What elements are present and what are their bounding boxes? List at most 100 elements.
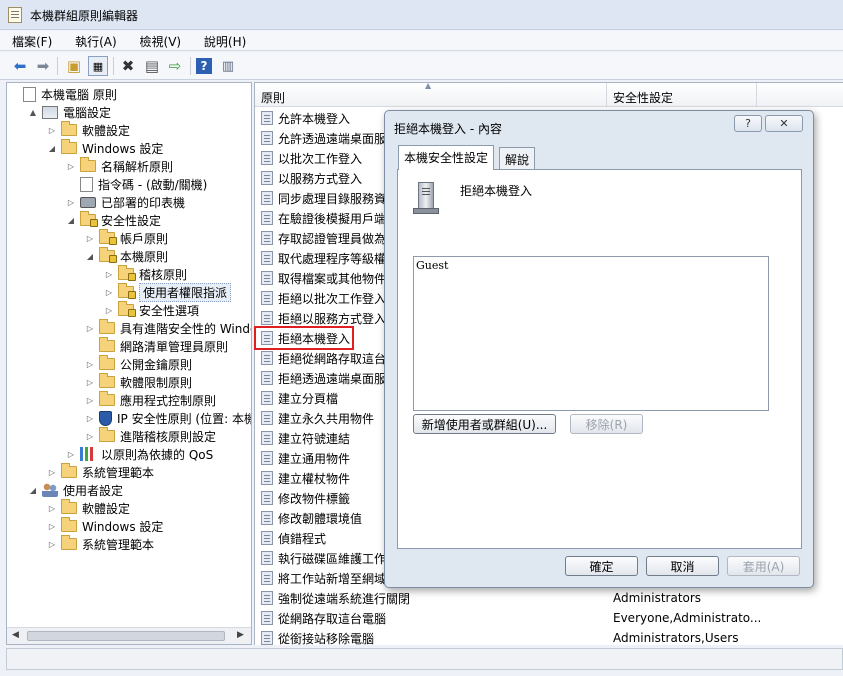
table-row[interactable]: 拒絕透過遠端桌面服	[261, 369, 386, 387]
tree-item[interactable]: ◢ 本機原則	[85, 247, 168, 265]
properties-icon[interactable]: ▤	[142, 56, 162, 76]
tree-horizontal-scrollbar[interactable]: ◀ ▶	[7, 627, 251, 644]
tree-item[interactable]: ◢ 使用者設定	[28, 481, 123, 499]
table-row[interactable]: 拒絕從網路存取這台	[261, 349, 386, 367]
expand-arrow-icon[interactable]: ▷	[85, 432, 95, 441]
table-row[interactable]: 允許透過遠端桌面服	[261, 129, 386, 147]
expand-arrow-icon[interactable]: ▷	[47, 540, 57, 549]
expand-arrow-icon[interactable]: ▷	[66, 198, 76, 207]
add-user-or-group-button[interactable]: 新增使用者或群組(U)...	[413, 414, 556, 434]
tab-local-security-setting[interactable]: 本機安全性設定	[398, 145, 495, 170]
table-row[interactable]: 取代處理程序等級權	[261, 249, 386, 267]
expand-arrow-icon[interactable]: ◢	[28, 486, 38, 495]
table-row[interactable]: 修改物件標籤	[261, 489, 350, 507]
back-arrow-icon[interactable]: ⬅	[10, 56, 30, 76]
table-row[interactable]: 建立通用物件	[261, 449, 350, 467]
expand-arrow-icon[interactable]: ▷	[66, 162, 76, 171]
ok-button[interactable]: 確定	[565, 556, 638, 576]
expand-arrow-icon[interactable]: ▷	[47, 468, 57, 477]
delete-icon[interactable]: ✖	[118, 56, 138, 76]
tree-item[interactable]: ▷ 公開金鑰原則	[85, 355, 192, 373]
dialog-help-button[interactable]: ?	[734, 115, 762, 132]
menu-action[interactable]: 執行(A)	[68, 31, 124, 52]
up-folder-icon[interactable]: ▣	[64, 56, 84, 76]
table-row[interactable]: 允許本機登入	[261, 109, 350, 127]
tree-item[interactable]: 指令碼 - (啟動/關機)	[66, 175, 207, 193]
tree-pane[interactable]: 本機電腦 原則 ▲ 電腦設定 ▷ 軟體設定 ◢ Windows 設定 ▷ 名稱解析原則 指令碼 -…	[6, 82, 252, 645]
expand-arrow-icon[interactable]: ▷	[66, 450, 76, 459]
tree-item[interactable]: ▷ 應用程式控制原則	[85, 391, 216, 409]
expand-arrow-icon[interactable]: ▷	[104, 288, 114, 297]
tree-item[interactable]: 網路清單管理員原則	[85, 337, 228, 355]
table-row[interactable]: 建立符號連結	[261, 429, 350, 447]
menu-view[interactable]: 檢視(V)	[133, 31, 189, 52]
expand-arrow-icon[interactable]: ▷	[85, 324, 95, 333]
expand-arrow-icon[interactable]: ▷	[104, 306, 114, 315]
expand-arrow-icon[interactable]: ▷	[85, 378, 95, 387]
table-row[interactable]: 從銜接站移除電腦	[261, 629, 374, 645]
expand-arrow-icon[interactable]: ▷	[85, 396, 95, 405]
table-row[interactable]: 取得檔案或其他物件	[261, 269, 386, 287]
tree-item[interactable]: ◢ 安全性設定	[66, 211, 161, 229]
apply-button[interactable]: 套用(A)	[727, 556, 800, 576]
scroll-thumb[interactable]	[27, 631, 225, 641]
expand-arrow-icon[interactable]: ▷	[47, 504, 57, 513]
tree-item[interactable]: ▷ 軟體限制原則	[85, 373, 192, 391]
table-row[interactable]: 拒絕以服務方式登入	[261, 309, 386, 327]
export-icon[interactable]: ⇨	[165, 56, 185, 76]
scroll-right-icon[interactable]: ▶	[237, 630, 244, 640]
tree-item[interactable]: ▷ 已部署的印表機	[66, 193, 185, 211]
tree-item[interactable]: ▲ 電腦設定	[28, 103, 111, 121]
table-row[interactable]: 在驗證後模擬用戶端	[261, 209, 386, 227]
dialog-close-button[interactable]: ✕	[765, 115, 803, 132]
table-row[interactable]: 從網路存取這台電腦	[261, 609, 386, 627]
expand-arrow-icon[interactable]: ▷	[104, 270, 114, 279]
tree-item[interactable]: ▷ 系統管理範本	[47, 463, 154, 481]
tree-item[interactable]: ◢ Windows 設定	[47, 139, 163, 157]
tree-item[interactable]: ▷ 以原則為依據的 QoS	[66, 445, 213, 463]
show-hide-tree-icon[interactable]: ▦	[88, 56, 108, 76]
menu-help[interactable]: 說明(H)	[197, 31, 253, 52]
expand-arrow-icon[interactable]: ◢	[85, 252, 95, 261]
expand-arrow-icon[interactable]: ▷	[47, 522, 57, 531]
expand-arrow-icon[interactable]: ▷	[47, 126, 57, 135]
scroll-left-icon[interactable]: ◀	[12, 630, 19, 640]
table-row[interactable]: 以服務方式登入	[261, 169, 362, 187]
tree-item[interactable]: ▷ 安全性選項	[104, 301, 199, 319]
table-row[interactable]: 建立永久共用物件	[261, 409, 374, 427]
expand-arrow-icon[interactable]: ▷	[85, 414, 95, 423]
members-list[interactable]: Guest	[413, 256, 769, 411]
expand-arrow-icon[interactable]: ▷	[85, 360, 95, 369]
tab-explain[interactable]: 解說	[499, 147, 536, 169]
table-row[interactable]: 存取認證管理員做為	[261, 229, 386, 247]
tree-item[interactable]: 本機電腦 原則	[9, 85, 117, 103]
expand-arrow-icon[interactable]: ◢	[66, 216, 76, 225]
tree-item[interactable]: ▷ IP 安全性原則 (位置: 本機電	[85, 409, 251, 427]
table-row[interactable]: 以批次工作登入	[261, 149, 362, 167]
column-header-setting[interactable]: 安全性設定	[607, 83, 757, 107]
expand-arrow-icon[interactable]: ▲	[28, 108, 38, 117]
expand-arrow-icon[interactable]: ▷	[85, 234, 95, 243]
tree-item[interactable]: ▷ 具有進階安全性的 Windows	[85, 319, 251, 337]
menu-file[interactable]: 檔案(F)	[5, 31, 59, 52]
tree-item[interactable]: ▷ 系統管理範本	[47, 535, 154, 553]
table-row[interactable]: 修改韌體環境值	[261, 509, 362, 527]
table-row[interactable]: 將工作站新增至網域	[261, 569, 386, 587]
tree-item[interactable]: ▷ 軟體設定	[47, 499, 130, 517]
table-row[interactable]: 偵錯程式	[261, 529, 326, 547]
table-row[interactable]: 強制從遠端系統進行關閉	[261, 589, 410, 607]
forward-arrow-icon[interactable]: ➡	[33, 56, 53, 76]
expand-arrow-icon[interactable]: ◢	[47, 144, 57, 153]
table-row[interactable]: 建立權杖物件	[261, 469, 350, 487]
table-row[interactable]: 同步處理目錄服務資	[261, 189, 386, 207]
cancel-button[interactable]: 取消	[646, 556, 719, 576]
tree-item[interactable]: ▷ 進階稽核原則設定	[85, 427, 216, 445]
tree-item[interactable]: ▷ 帳戶原則	[85, 229, 168, 247]
extended-view-icon[interactable]: ▥	[218, 56, 238, 76]
column-header-policy[interactable]: 原則 ▲	[255, 83, 607, 107]
table-row[interactable]: 拒絕以批次工作登入	[261, 289, 386, 307]
remove-button[interactable]: 移除(R)	[570, 414, 643, 434]
table-row[interactable]: 建立分頁檔	[261, 389, 338, 407]
list-item[interactable]: Guest	[416, 259, 448, 272]
tree-item[interactable]: ▷ 稽核原則	[104, 265, 187, 283]
